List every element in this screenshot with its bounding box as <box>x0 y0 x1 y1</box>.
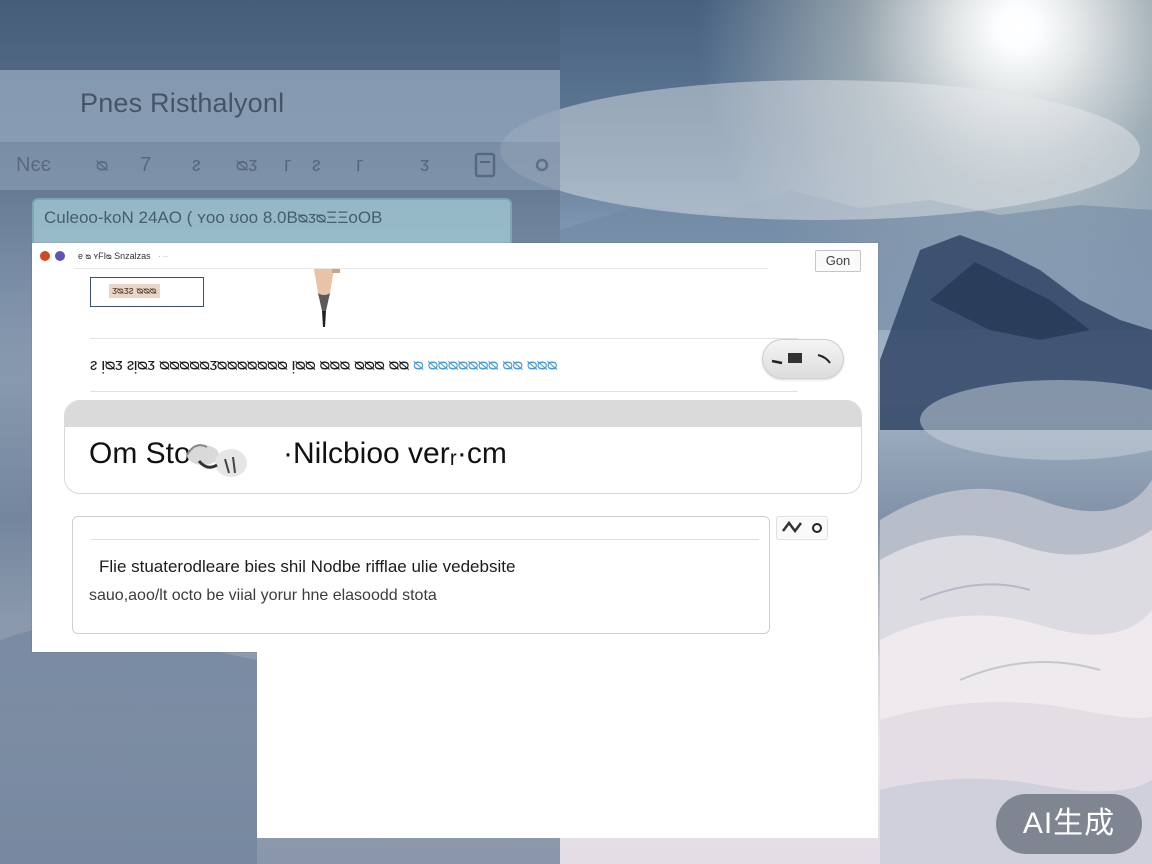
settings-icon <box>535 158 549 172</box>
background-toolbar-item: Nєє <box>16 154 51 176</box>
close-dot-icon[interactable] <box>40 251 50 261</box>
background-toolbar-item: ᴓᴣ <box>236 154 258 176</box>
search-subtitle: ·Nilcbioo verᵣ·cm <box>283 437 507 470</box>
browser-toolbar: ᴣᴓᴣᴤ ᴓᴓᴓ <box>32 269 878 337</box>
toolbar-divider <box>90 338 798 339</box>
address-field[interactable]: ᴣᴓᴣᴤ ᴓᴓᴓ <box>90 277 204 307</box>
document-icon <box>474 152 496 178</box>
browser-tab[interactable]: e ᴓ ʏFIᴓ Snzalzas <box>78 251 151 261</box>
background-toolbar-item: ᴓ <box>96 154 109 176</box>
creature-icon <box>186 444 247 477</box>
background-toolbar-item: 7 <box>140 154 152 176</box>
background-toolbar-item: ᴣ <box>420 154 430 176</box>
search-title: Om Sto <box>89 437 191 470</box>
info-row-text: ᴤ ᴉᴓᴣ ᴤᴉᴓᴣ ᴓᴓᴓᴓᴓᴣᴓᴓᴓᴓᴓᴓᴓ ᴉᴓᴓ ᴓᴓᴓ ᴓᴓᴓ ᴓᴓ <box>90 355 414 374</box>
background-window-title: Pnes Risthalyonl <box>80 88 285 118</box>
background-toolbar-item: ᴤ <box>192 154 201 176</box>
link-icon <box>782 520 822 534</box>
info-row: ᴤ ᴉᴓᴣ ᴤᴉᴓᴣ ᴓᴓᴓᴓᴓᴣᴓᴓᴓᴓᴓᴓᴓ ᴉᴓᴓ ᴓᴓᴓ ᴓᴓᴓ ᴓᴓ … <box>90 355 557 375</box>
brush-icon[interactable] <box>304 267 344 337</box>
address-field-value: ᴣᴓᴣᴤ ᴓᴓᴓ <box>109 284 160 298</box>
pill-toggle[interactable] <box>762 339 844 379</box>
content-text-line-1: Flie stuaterodleare bies shil Nodbe riff… <box>99 557 516 576</box>
tab-extra-indicator: · ·· <box>158 252 169 261</box>
background-window-header: Pnes Risthalyonl <box>0 70 560 142</box>
search-card[interactable]: Om Sto ·Nilcbioo verᵣ·cm <box>64 400 862 494</box>
background-window-toolbar: Nєє ᴓ 7 ᴤ ᴓᴣ ᴦ ᴤ ᴦ ᴣ <box>0 142 560 190</box>
tab-strip: e ᴓ ʏFIᴓ Snzalzas · ·· Gon <box>32 243 878 272</box>
info-divider <box>90 391 798 392</box>
info-row-accent: ᴓ ᴓᴓᴓᴓᴓᴓᴓ ᴓᴓ ᴓᴓᴓ <box>413 355 558 374</box>
browser-window: e ᴓ ʏFIᴓ Snzalzas · ·· Gon ᴣᴓᴣᴤ ᴓᴓᴓ ᴤ ᴉᴓ… <box>32 243 878 652</box>
background-toolbar-item: ᴦ <box>356 154 364 176</box>
toggle-icon <box>771 353 831 365</box>
content-card: Flie stuaterodleare bies shil Nodbe riff… <box>72 516 770 634</box>
background-toolbar-item: ᴤ <box>312 154 321 176</box>
browser-window-extension <box>257 652 878 838</box>
content-text-line-2: sauo,aoo/lt octo be viial yorur hne elas… <box>89 587 437 604</box>
ai-generated-badge: AI生成 <box>996 794 1142 854</box>
side-tool-button[interactable] <box>776 516 828 540</box>
background-toolbar-item: ᴦ <box>284 154 292 176</box>
background-info-text: Culeoo-koN 24AO ( ʏoo ʊoo 8.0BᴓᴣᴓΞΞoOB <box>44 208 383 227</box>
search-card-header <box>65 401 861 427</box>
content-card-divider <box>91 539 759 540</box>
minimize-dot-icon[interactable] <box>55 251 65 261</box>
